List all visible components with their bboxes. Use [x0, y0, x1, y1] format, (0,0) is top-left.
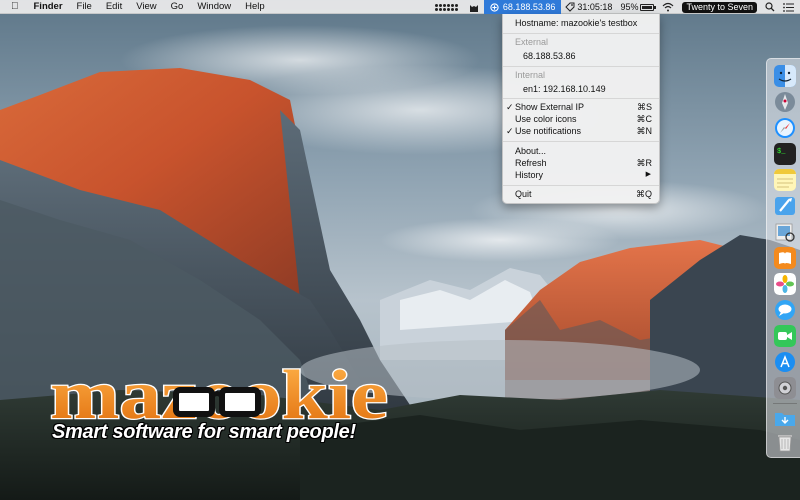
menu-divider	[503, 98, 659, 99]
activity-dots-icon[interactable]	[431, 0, 465, 14]
battery-item[interactable]: 95%	[616, 0, 658, 14]
timer-item[interactable]: 31:05:18	[561, 0, 616, 14]
mazookie-logo: mazookie	[49, 360, 388, 430]
external-ip-value[interactable]: 68.188.53.86	[503, 50, 659, 62]
menu-window[interactable]: Window	[190, 0, 238, 14]
notes-icon[interactable]	[774, 169, 796, 191]
menu-item-use-notifications[interactable]: ✓ Use notifications ⌘N	[503, 125, 659, 137]
system-preferences-icon[interactable]	[774, 377, 796, 399]
facetime-icon[interactable]	[774, 325, 796, 347]
menu-item-label: Use notifications	[515, 126, 582, 136]
menu-item-refresh[interactable]: Refresh ⌘R	[503, 157, 659, 169]
menu-item-show-external-ip[interactable]: ✓ Show External IP ⌘S	[503, 101, 659, 113]
hostname-label: Hostname: mazookie's testbox	[515, 18, 638, 28]
menu-divider	[503, 185, 659, 186]
ip-dropdown-menu: Hostname: mazookie's testbox External 68…	[502, 14, 660, 204]
shortcut-label: ⌘R	[636, 158, 653, 168]
checkmark-icon: ✓	[506, 126, 514, 136]
menu-view[interactable]: View	[129, 0, 163, 14]
photos-icon[interactable]	[774, 273, 796, 295]
internal-header: Internal	[515, 70, 546, 80]
menu-item-quit[interactable]: Quit ⌘Q	[503, 188, 659, 200]
menu-help[interactable]: Help	[238, 0, 272, 14]
cat-icon[interactable]	[465, 0, 484, 14]
battery-percent: 95%	[620, 2, 639, 12]
battery-icon	[640, 3, 657, 11]
finder-icon[interactable]	[774, 65, 796, 87]
preview-icon[interactable]	[774, 221, 796, 243]
logo-tagline: Smart software for smart people!	[52, 421, 356, 443]
launchpad-icon[interactable]	[774, 91, 796, 113]
menu-item-label: Show External IP	[515, 102, 585, 112]
menu-item-label: About...	[515, 146, 547, 156]
menu-item-label: Quit	[515, 189, 532, 199]
terminal-icon[interactable]: $_	[774, 143, 796, 165]
dock: $_	[766, 58, 800, 458]
shortcut-label: ⌘C	[636, 114, 653, 124]
menu-item-about[interactable]: About...	[503, 145, 659, 157]
external-header: External	[515, 37, 549, 47]
trash-icon[interactable]	[774, 431, 796, 453]
menu-item-use-color-icons[interactable]: Use color icons ⌘C	[503, 113, 659, 125]
menu-item-label: History	[515, 170, 544, 180]
spotlight-search-icon[interactable]	[761, 0, 779, 14]
menu-item-history[interactable]: History ▶	[503, 169, 659, 181]
status-area: 68.188.53.86 31:05:18 95% Twenty to Seve…	[431, 0, 800, 14]
menu-edit[interactable]: Edit	[99, 0, 129, 14]
checkmark-icon: ✓	[506, 102, 514, 112]
ip-plus-icon	[490, 2, 499, 12]
internal-ip-value[interactable]: en1: 192.168.10.149	[503, 83, 659, 95]
shortcut-label: ⌘N	[636, 126, 653, 136]
ibooks-icon[interactable]	[774, 247, 796, 269]
apple-menu-icon[interactable]: 	[0, 0, 27, 14]
notification-center-icon[interactable]	[779, 0, 800, 14]
messages-icon[interactable]	[774, 299, 796, 321]
app-menu-finder[interactable]: Finder	[27, 0, 70, 14]
clock-text: Twenty to Seven	[682, 1, 757, 13]
menu-divider	[503, 33, 659, 34]
menu-bar:  Finder File Edit View Go Window Help 6…	[0, 0, 800, 14]
menu-divider	[503, 66, 659, 67]
safari-icon[interactable]	[774, 117, 796, 139]
app-store-icon[interactable]	[774, 351, 796, 373]
tag-icon	[565, 2, 575, 12]
ip-status-item[interactable]: 68.188.53.86	[483, 0, 562, 14]
ip-status-text: 68.188.53.86	[502, 2, 556, 12]
shortcut-label: ⌘Q	[635, 189, 652, 199]
menu-go[interactable]: Go	[164, 0, 191, 14]
submenu-arrow-icon: ▶	[645, 171, 651, 178]
xcode-icon[interactable]	[774, 195, 796, 217]
svg-text:$_: $_	[777, 148, 786, 156]
timer-text: 31:05:18	[577, 2, 613, 12]
shortcut-label: ⌘S	[636, 102, 652, 112]
wifi-icon[interactable]	[658, 0, 678, 14]
menu-item-label: Use color icons	[515, 114, 577, 124]
dock-divider	[773, 403, 797, 404]
clock-item[interactable]: Twenty to Seven	[678, 0, 761, 14]
menu-file[interactable]: File	[70, 0, 99, 14]
menu-divider	[503, 141, 659, 142]
downloads-folder-icon[interactable]	[774, 407, 796, 429]
menu-item-label: Refresh	[515, 158, 547, 168]
